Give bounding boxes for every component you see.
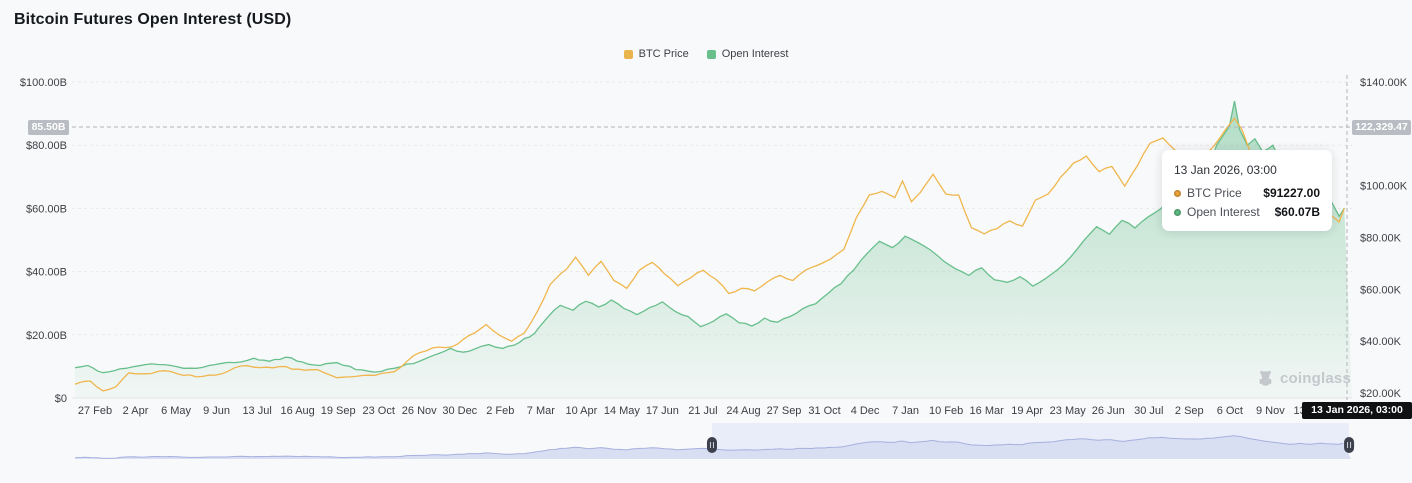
x-axis-tick-label: 16 Aug — [281, 405, 315, 417]
chart-panel: Bitcoin Futures Open Interest (USD) BTC … — [0, 0, 1412, 483]
x-axis-tick-label: 4 Dec — [851, 405, 880, 417]
left-axis-tick-label: $20.00B — [26, 330, 67, 342]
x-axis-tick-label: 19 Sep — [321, 405, 356, 417]
x-axis-tick-label: 19 Apr — [1011, 405, 1043, 417]
coinglass-logo-icon — [1259, 370, 1272, 386]
right-axis-tick-label: $100.00K — [1360, 181, 1408, 193]
x-axis-tick-label: 31 Oct — [808, 405, 840, 417]
left-axis-tick-label: $60.00B — [26, 203, 67, 215]
navigator-right-handle[interactable] — [1344, 437, 1355, 453]
right-axis-tick-label: $140.00K — [1360, 77, 1408, 89]
x-axis-tick-label: 2 Feb — [486, 405, 514, 417]
handle-grip-icon — [706, 437, 717, 453]
x-axis-tick-label: 7 Jan — [892, 405, 919, 417]
x-axis-tick-label: 27 Sep — [767, 405, 802, 417]
right-axis-tick-label: $20.00K — [1360, 388, 1402, 400]
x-axis-tick-label: 24 Aug — [726, 405, 760, 417]
x-axis-tick-label: 13 Jul — [242, 405, 271, 417]
x-axis-tick-label: 6 May — [161, 405, 191, 417]
right-axis-tick-label: $60.00K — [1360, 284, 1402, 296]
tooltip-row-label: Open Interest — [1187, 205, 1260, 219]
series-dot-icon — [1174, 189, 1181, 197]
tooltip-title: 13 Jan 2026, 03:00 — [1174, 163, 1277, 177]
x-axis-tick-label: 26 Jun — [1092, 405, 1125, 417]
tooltip-row-value: $91227.00 — [1263, 186, 1320, 200]
x-axis-tick-label: 2 Sep — [1175, 405, 1204, 417]
handle-grip-icon — [1344, 437, 1355, 453]
x-axis-tick-label: 10 Apr — [565, 405, 597, 417]
left-axis-tick-label: $0 — [55, 393, 67, 405]
left-axis-tick-label: $100.00B — [20, 77, 67, 89]
tooltip-row: BTC Price $91227.00 — [1174, 186, 1320, 200]
x-axis-tick-label: 9 Nov — [1256, 405, 1285, 417]
series-dot-icon — [1174, 208, 1181, 216]
left-axis-tick-label: $40.00B — [26, 267, 67, 279]
tooltip-row: Open Interest $60.07B — [1174, 205, 1320, 219]
x-axis-tick-label: 7 Mar — [527, 405, 555, 417]
x-axis-tick-label: 14 May — [604, 405, 641, 417]
x-axis-tick-label: 16 Mar — [970, 405, 1005, 417]
x-axis-tick-label: 21 Jul — [688, 405, 717, 417]
left-axis-crosshair-badge: 85.50B — [28, 120, 69, 135]
x-axis-labels: 27 Feb 2 Apr 6 May 9 Jun 13 Jul 16 Aug 19 Sep 2… — [78, 405, 1329, 417]
tooltip-rows: BTC Price $91227.00 Open Interest $60.07B — [1174, 186, 1320, 219]
navigator-left-handle[interactable] — [706, 437, 717, 453]
tooltip-row-label: BTC Price — [1187, 186, 1242, 200]
range-navigator[interactable] — [74, 423, 1355, 459]
x-axis-tick-label: 6 Oct — [1217, 405, 1243, 417]
x-axis-tick-label: 26 Nov — [402, 405, 437, 417]
x-axis-tick-label: 17 Jun — [646, 405, 679, 417]
tooltip-row-value: $60.07B — [1274, 205, 1320, 219]
x-axis-tick-label: 27 Feb — [78, 405, 112, 417]
x-axis-tick-label: 9 Jun — [203, 405, 230, 417]
right-axis-crosshair-badge: 122,329.47 — [1352, 120, 1411, 135]
x-axis-tick-label: 23 Oct — [363, 405, 395, 417]
right-axis-tick-label: $80.00K — [1360, 233, 1402, 245]
watermark: coinglass — [1256, 369, 1351, 388]
watermark-label: coinglass — [1280, 370, 1351, 387]
x-axis-tick-label: 30 Dec — [442, 405, 477, 417]
right-axis-tick-label: $40.00K — [1360, 336, 1402, 348]
chart-canvas[interactable]: $100.00B $80.00B $60.00B $40.00B $20.00B $0 $1… — [0, 0, 1412, 483]
left-axis-tick-label: $80.00B — [26, 140, 67, 152]
tooltip: 13 Jan 2026, 03:00 BTC Price $91227.00 Ope… — [1162, 150, 1332, 231]
x-axis-tick-label: 2 Apr — [123, 405, 149, 417]
x-axis-tick-label: 30 Jul — [1134, 405, 1163, 417]
x-axis-tick-label: 23 May — [1050, 405, 1087, 417]
x-axis-tick-label: 10 Feb — [929, 405, 963, 417]
x-axis-crosshair-badge: 13 Jan 2026, 03:00 — [1302, 402, 1412, 419]
